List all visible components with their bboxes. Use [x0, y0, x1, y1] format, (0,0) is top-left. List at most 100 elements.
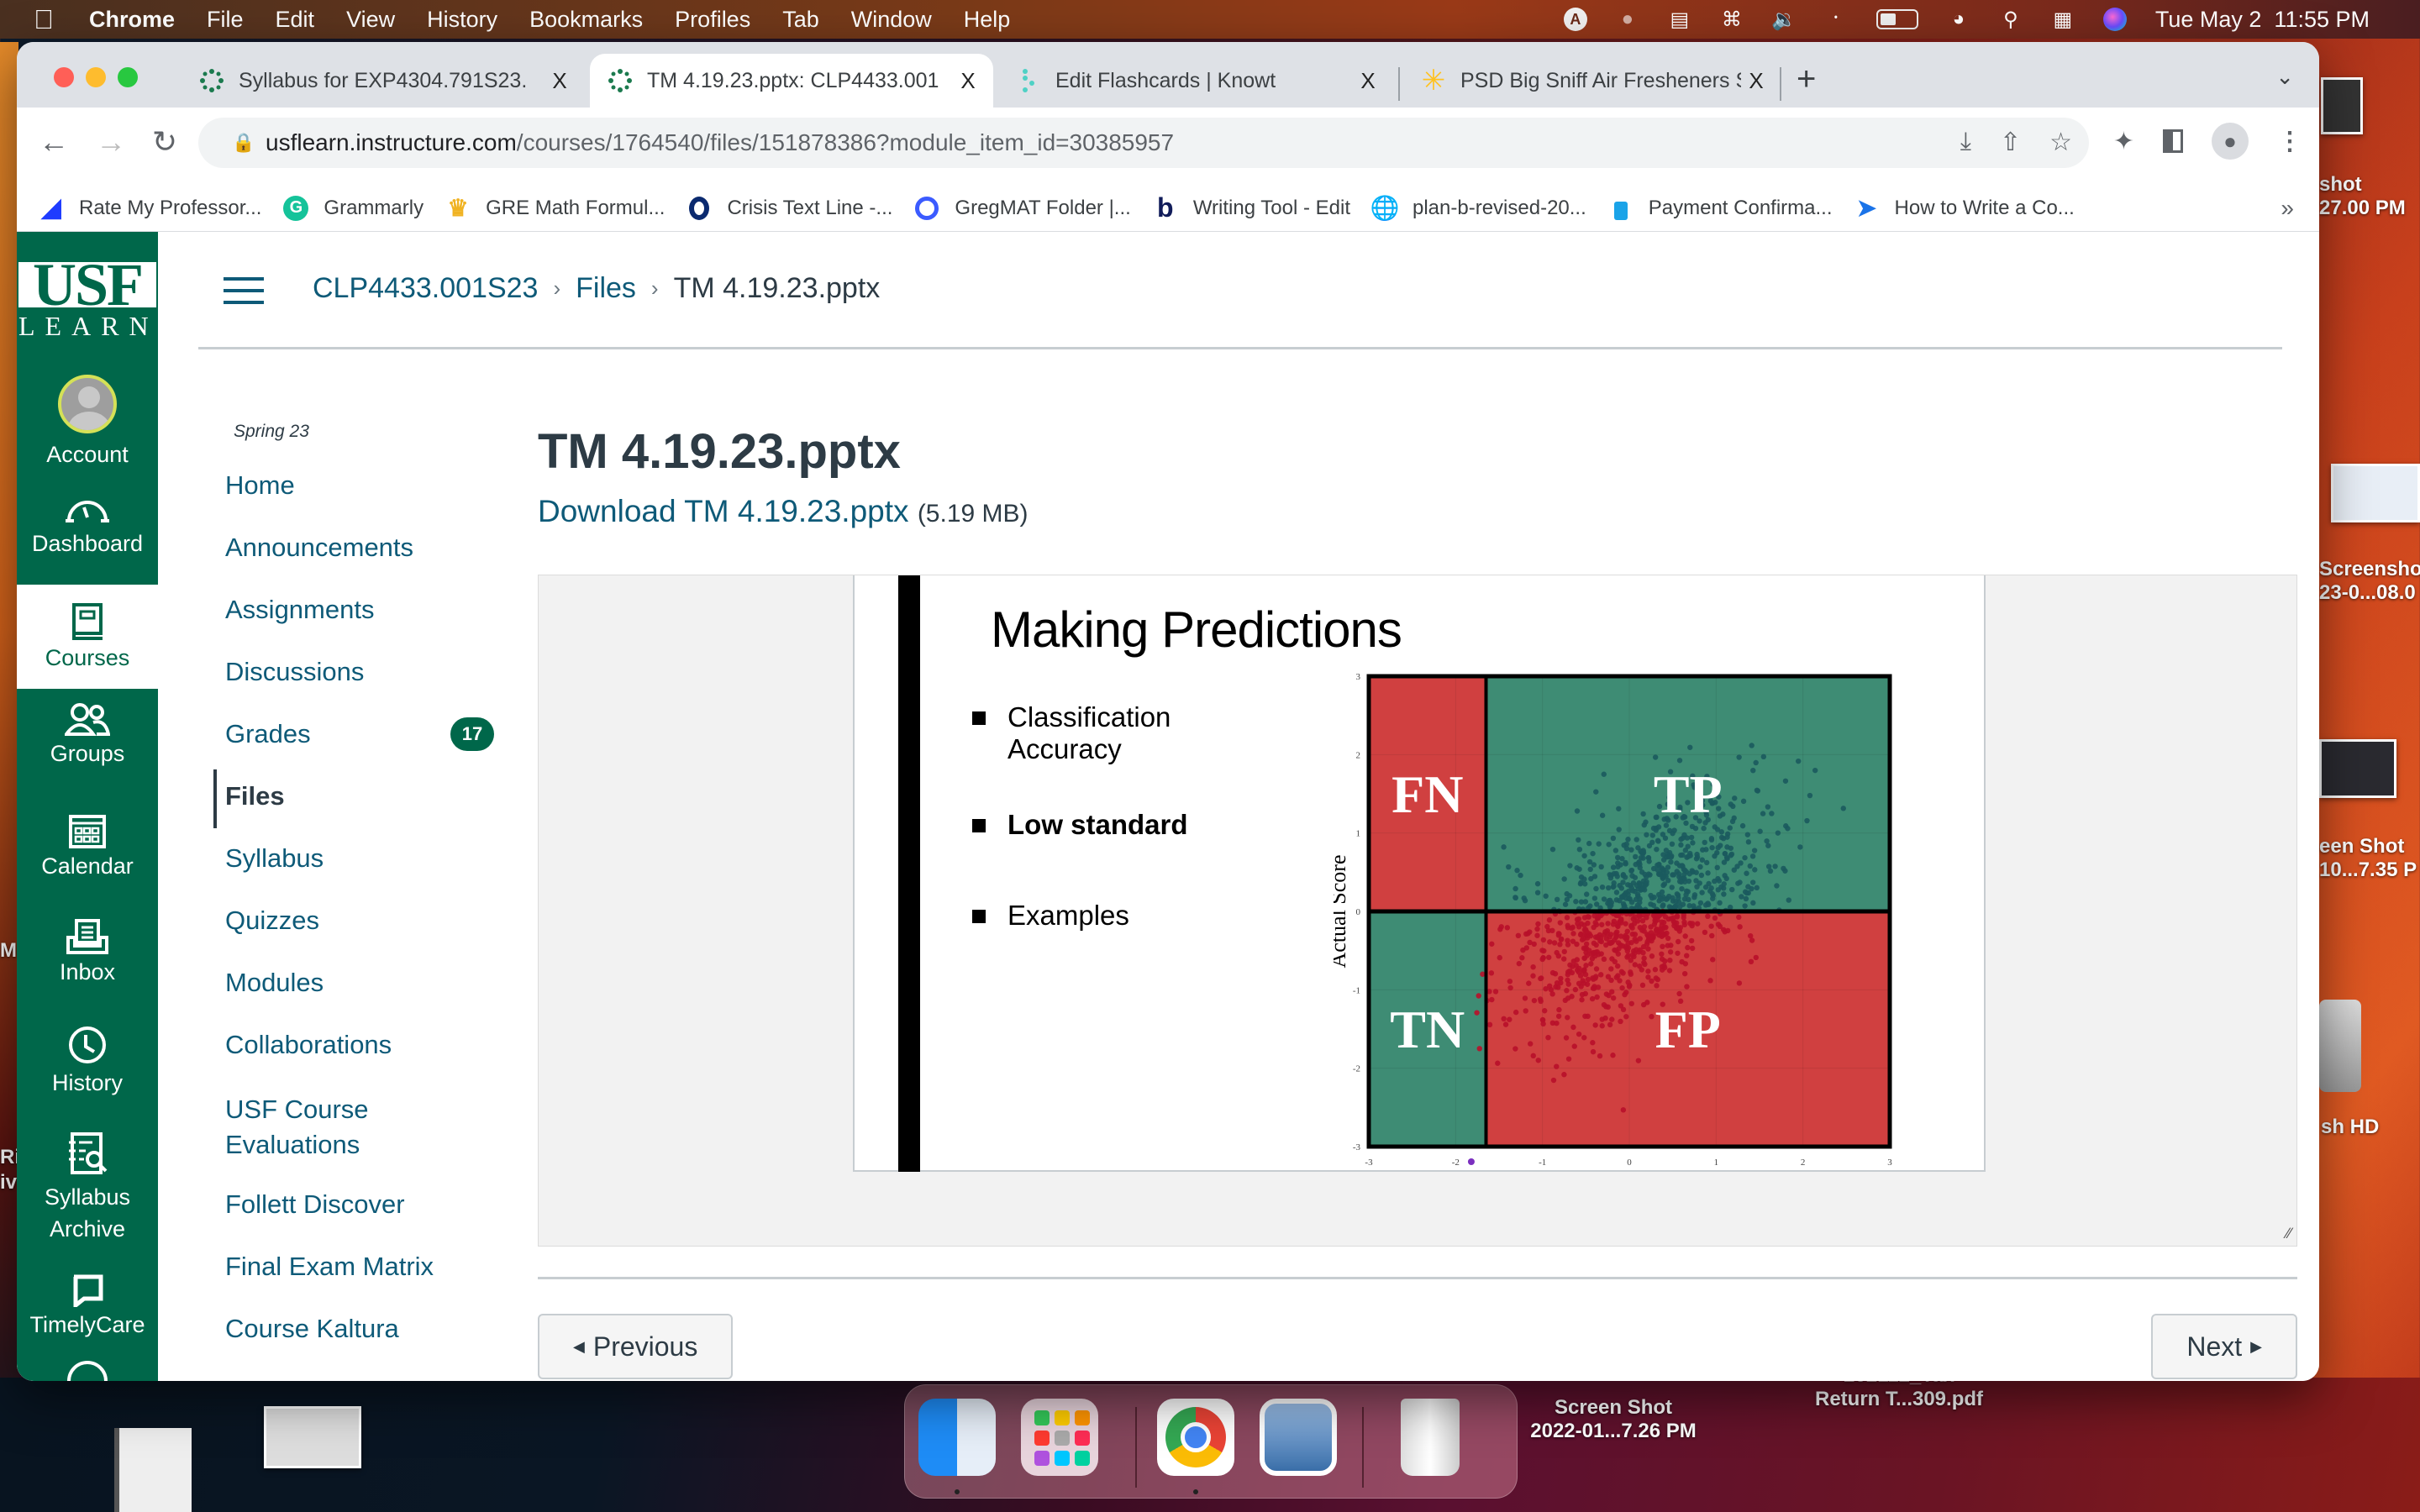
menu-history[interactable]: History: [427, 7, 497, 33]
desktop-file-label[interactable]: Screen Shot 2022-01...7.26 PM: [1504, 1396, 1723, 1443]
lock-icon[interactable]: 🔒: [232, 132, 255, 154]
siri-icon[interactable]: [2102, 8, 2127, 31]
course-nav-announcements[interactable]: Announcements: [225, 533, 413, 563]
desktop-file-thumbnail[interactable]: [264, 1406, 361, 1468]
desktop-file-thumbnail[interactable]: [2319, 739, 2396, 798]
course-nav-grades[interactable]: Grades: [225, 719, 311, 749]
bookmark-grammarly[interactable]: G Grammarly: [283, 195, 424, 221]
course-nav-collaborations[interactable]: Collaborations: [225, 1030, 392, 1060]
browser-tab[interactable]: Syllabus for EXP4304.791S23. X: [182, 54, 585, 108]
back-button[interactable]: ←: [37, 124, 71, 160]
bookmark-payment-confirmation[interactable]: Payment Confirma...: [1608, 196, 1833, 221]
course-nav-syllabus[interactable]: Syllabus: [225, 843, 324, 874]
browser-tab-active[interactable]: TM 4.19.23.pptx: CLP4433.001 X: [590, 54, 993, 108]
desktop-edge-label[interactable]: MC: [0, 939, 18, 963]
breadcrumb-files-link[interactable]: Files: [576, 272, 636, 305]
apple-menu-icon[interactable]: : [34, 4, 57, 35]
close-window-button[interactable]: [54, 67, 74, 87]
course-nav-modules[interactable]: Modules: [225, 968, 324, 998]
course-nav-follett-discover[interactable]: Follett Discover: [225, 1189, 405, 1220]
command-status-icon[interactable]: ⌘: [1720, 8, 1744, 31]
menu-profiles[interactable]: Profiles: [675, 7, 750, 33]
bookmarks-overflow-button[interactable]: »: [2281, 195, 2294, 222]
menu-app-name[interactable]: Chrome: [89, 7, 175, 33]
dock-finder-icon[interactable]: [918, 1399, 996, 1476]
share-icon[interactable]: ⇧: [2000, 128, 2021, 157]
bookmark-gre-math[interactable]: ♛ GRE Math Formul...: [445, 195, 666, 221]
desktop-file-label[interactable]: Screensho 23-0...08.0: [2319, 558, 2420, 605]
desktop-drive-label[interactable]: sh HD: [2321, 1116, 2420, 1139]
desktop-document-icon[interactable]: [114, 1428, 192, 1512]
side-panel-icon[interactable]: [2163, 129, 2183, 153]
global-nav-courses[interactable]: Courses: [17, 585, 158, 689]
bookmark-gregmat[interactable]: GregMAT Folder |...: [914, 196, 1131, 221]
menu-file[interactable]: File: [207, 7, 244, 33]
bookmark-writing-tool[interactable]: b Writing Tool - Edit: [1153, 192, 1350, 223]
bookmark-crisis-text-line[interactable]: Crisis Text Line -...: [687, 196, 892, 221]
battery-icon[interactable]: [1876, 9, 1918, 29]
wifi-icon[interactable]: ◕: [1947, 8, 1970, 31]
bookmark-star-icon[interactable]: ☆: [2049, 128, 2072, 157]
global-nav-calendar[interactable]: Calendar: [17, 811, 158, 912]
menu-bookmarks[interactable]: Bookmarks: [529, 7, 643, 33]
desktop-edge-label[interactable]: Ris: [0, 1146, 18, 1169]
usf-learn-logo[interactable]: USF LEARN: [18, 255, 156, 341]
resize-handle-icon[interactable]: ∕∕: [2286, 1225, 2291, 1242]
course-nav-discussions[interactable]: Discussions: [225, 657, 364, 687]
tab-close-button[interactable]: X: [1353, 68, 1383, 94]
minimize-window-button[interactable]: [86, 67, 106, 87]
global-nav-inbox[interactable]: Inbox: [17, 919, 158, 1011]
extensions-puzzle-icon[interactable]: ✦: [2113, 127, 2134, 156]
course-nav-files[interactable]: Files: [225, 781, 285, 811]
global-nav-syllabus-archive[interactable]: Syllabus Archive: [17, 1132, 158, 1258]
menu-edit[interactable]: Edit: [276, 7, 315, 33]
document-preview[interactable]: Making Predictions Classification Accura…: [538, 575, 2297, 1247]
dock-launchpad-icon[interactable]: [1021, 1399, 1098, 1476]
bookmark-how-to-write[interactable]: ➤ How to Write a Co...: [1854, 195, 2075, 221]
desktop-file-thumbnail[interactable]: [2321, 77, 2363, 134]
course-nav-course-kaltura[interactable]: Course Kaltura: [225, 1314, 399, 1344]
keyboard-status-icon[interactable]: ▤: [1668, 8, 1691, 31]
new-tab-button[interactable]: +: [1797, 60, 1816, 98]
forward-button[interactable]: →: [94, 124, 128, 160]
desktop-file-thumbnail[interactable]: [2331, 464, 2420, 522]
menu-tab[interactable]: Tab: [782, 7, 819, 33]
address-bar[interactable]: 🔒 usflearn.instructure.com/courses/17645…: [198, 118, 2089, 168]
previous-button[interactable]: ◀ Previous: [538, 1314, 734, 1379]
next-button[interactable]: Next ▶: [2151, 1314, 2297, 1379]
bluetooth-icon[interactable]: ᛫: [1824, 8, 1848, 31]
reload-button[interactable]: ↻: [148, 124, 182, 160]
course-nav-library-resources[interactable]: Library Resources: [225, 1376, 437, 1381]
desktop-file-label[interactable]: shot 27.00 PM: [2319, 173, 2420, 220]
chrome-menu-kebab-icon[interactable]: ⋮: [2277, 127, 2302, 156]
global-nav-account[interactable]: Account: [17, 375, 158, 475]
global-nav-dashboard[interactable]: Dashboard: [17, 492, 158, 585]
tab-close-button[interactable]: X: [1741, 68, 1771, 94]
control-center-icon[interactable]: ▦: [2051, 8, 2075, 31]
adobe-status-icon[interactable]: A: [1563, 8, 1587, 31]
hard-drive-icon[interactable]: [2319, 1000, 2361, 1092]
spotlight-search-icon[interactable]: ⚲: [1999, 8, 2023, 31]
profile-avatar-icon[interactable]: ●: [2212, 123, 2249, 160]
install-app-icon[interactable]: ⤓: [1960, 128, 1971, 157]
download-file-link[interactable]: Download TM 4.19.23.pptx: [538, 494, 909, 528]
browser-tab[interactable]: Edit Flashcards | Knowt X: [998, 54, 1393, 108]
breadcrumb-course-link[interactable]: CLP4433.001S23: [313, 272, 538, 305]
bookmark-rate-my-professor[interactable]: ◢ Rate My Professor...: [39, 194, 261, 222]
browser-tab[interactable]: ✳ PSD Big Sniff Air Fresheners Sp X: [1403, 54, 1781, 108]
desktop-file-label[interactable]: een Shot 10...7.35 P: [2319, 835, 2420, 882]
fullscreen-window-button[interactable]: [118, 67, 138, 87]
global-nav-timelycare[interactable]: TimelyCare: [17, 1273, 158, 1366]
dock-chrome-icon[interactable]: [1157, 1399, 1234, 1476]
course-nav-home[interactable]: Home: [225, 470, 295, 501]
menu-help[interactable]: Help: [964, 7, 1011, 33]
volume-icon[interactable]: 🔉: [1771, 8, 1797, 31]
tab-close-button[interactable]: X: [544, 68, 575, 94]
course-nav-quizzes[interactable]: Quizzes: [225, 906, 319, 936]
tab-close-button[interactable]: X: [953, 68, 983, 94]
global-nav-history[interactable]: History: [17, 1025, 158, 1122]
dock-preview-icon[interactable]: [1260, 1399, 1337, 1476]
menubar-clock[interactable]: Tue May 2 11:55 PM: [2155, 7, 2370, 33]
course-nav-assignments[interactable]: Assignments: [225, 595, 374, 625]
dock-trash-icon[interactable]: [1401, 1399, 1460, 1476]
